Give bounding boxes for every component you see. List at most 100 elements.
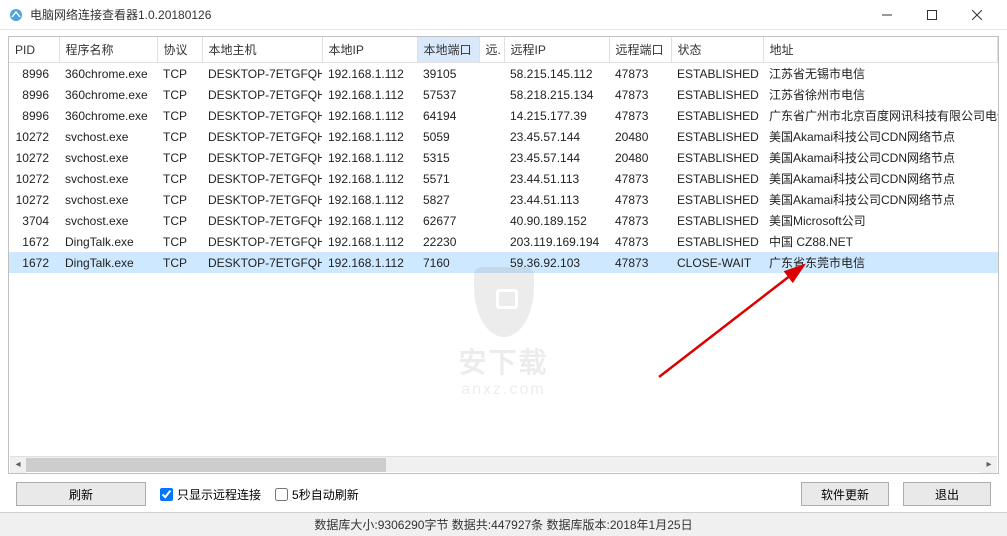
cell-state: ESTABLISHED [671,168,763,189]
cell-addr: 中国 CZ88.NET [763,231,998,252]
cell-rport: 47873 [609,63,671,85]
col-header-remote[interactable]: 远. [479,37,504,63]
cell-lip: 192.168.1.112 [322,147,417,168]
cell-proto: TCP [157,168,202,189]
table-row[interactable]: 10272svchost.exeTCPDESKTOP-7ETGFQH192.16… [9,126,998,147]
col-header-remote-ip[interactable]: 远程IP [504,37,609,63]
cell-host: DESKTOP-7ETGFQH [202,84,322,105]
close-button[interactable] [954,0,999,30]
col-header-protocol[interactable]: 协议 [157,37,202,63]
cell-lport: 62677 [417,210,479,231]
cell-rip: 40.90.189.152 [504,210,609,231]
refresh-button[interactable]: 刷新 [16,482,146,506]
cell-proto: TCP [157,252,202,273]
col-header-program[interactable]: 程序名称 [59,37,157,63]
shield-icon [473,267,533,337]
cell-remote [479,84,504,105]
cell-lip: 192.168.1.112 [322,126,417,147]
cell-prog: svchost.exe [59,210,157,231]
cell-pid: 8996 [9,63,59,85]
cell-host: DESKTOP-7ETGFQH [202,231,322,252]
cell-remote [479,63,504,85]
col-header-local-host[interactable]: 本地主机 [202,37,322,63]
table-row[interactable]: 3704svchost.exeTCPDESKTOP-7ETGFQH192.168… [9,210,998,231]
software-update-button[interactable]: 软件更新 [801,482,889,506]
table-row[interactable]: 1672DingTalk.exeTCPDESKTOP-7ETGFQH192.16… [9,252,998,273]
cell-proto: TCP [157,189,202,210]
cell-remote [479,252,504,273]
table-row[interactable]: 10272svchost.exeTCPDESKTOP-7ETGFQH192.16… [9,147,998,168]
cell-lport: 5315 [417,147,479,168]
cell-pid: 1672 [9,252,59,273]
cell-rip: 23.45.57.144 [504,147,609,168]
cell-addr: 江苏省徐州市电信 [763,84,998,105]
auto-refresh-checkbox-input[interactable] [275,488,288,501]
cell-state: ESTABLISHED [671,63,763,85]
col-header-local-port[interactable]: 本地端口 [417,37,479,63]
table-row[interactable]: 8996360chrome.exeTCPDESKTOP-7ETGFQH192.1… [9,84,998,105]
window-title: 电脑网络连接查看器1.0.20180126 [30,6,864,23]
cell-remote [479,105,504,126]
col-header-address[interactable]: 地址 [763,37,998,63]
watermark: 安下载 anxz.com [458,267,548,399]
scroll-thumb[interactable] [26,458,386,472]
cell-host: DESKTOP-7ETGFQH [202,126,322,147]
cell-host: DESKTOP-7ETGFQH [202,63,322,85]
table-row[interactable]: 10272svchost.exeTCPDESKTOP-7ETGFQH192.16… [9,189,998,210]
cell-state: ESTABLISHED [671,231,763,252]
cell-prog: svchost.exe [59,189,157,210]
cell-pid: 10272 [9,126,59,147]
col-header-pid[interactable]: PID [9,37,59,63]
minimize-button[interactable] [864,0,909,30]
cell-rport: 47873 [609,168,671,189]
annotation-arrow [649,257,829,387]
cell-host: DESKTOP-7ETGFQH [202,252,322,273]
cell-lip: 192.168.1.112 [322,168,417,189]
cell-proto: TCP [157,84,202,105]
cell-host: DESKTOP-7ETGFQH [202,105,322,126]
table-row[interactable]: 1672DingTalk.exeTCPDESKTOP-7ETGFQH192.16… [9,231,998,252]
table-row[interactable]: 10272svchost.exeTCPDESKTOP-7ETGFQH192.16… [9,168,998,189]
only-remote-checkbox-input[interactable] [160,488,173,501]
cell-prog: svchost.exe [59,147,157,168]
table-row[interactable]: 8996360chrome.exeTCPDESKTOP-7ETGFQH192.1… [9,63,998,85]
table-row[interactable]: 8996360chrome.exeTCPDESKTOP-7ETGFQH192.1… [9,105,998,126]
cell-pid: 8996 [9,105,59,126]
cell-rport: 47873 [609,231,671,252]
horizontal-scrollbar[interactable]: ◂ ▸ [10,456,997,472]
watermark-url: anxz.com [458,381,548,399]
cell-rip: 58.215.145.112 [504,63,609,85]
cell-prog: svchost.exe [59,126,157,147]
cell-proto: TCP [157,231,202,252]
col-header-remote-port[interactable]: 远程端口 [609,37,671,63]
titlebar: 电脑网络连接查看器1.0.20180126 [0,0,1007,30]
cell-rip: 203.119.169.194 [504,231,609,252]
cell-rport: 47873 [609,252,671,273]
watermark-text: 安下载 [458,341,548,381]
cell-rip: 23.44.51.113 [504,168,609,189]
cell-rip: 59.36.92.103 [504,252,609,273]
cell-pid: 3704 [9,210,59,231]
auto-refresh-checkbox[interactable]: 5秒自动刷新 [275,486,359,503]
cell-lip: 192.168.1.112 [322,231,417,252]
cell-rport: 20480 [609,126,671,147]
scroll-left-button[interactable]: ◂ [10,457,26,473]
cell-proto: TCP [157,105,202,126]
cell-proto: TCP [157,210,202,231]
cell-proto: TCP [157,63,202,85]
only-remote-checkbox[interactable]: 只显示远程连接 [160,486,261,503]
cell-rip: 58.218.215.134 [504,84,609,105]
cell-rport: 47873 [609,84,671,105]
cell-remote [479,231,504,252]
maximize-button[interactable] [909,0,954,30]
cell-prog: 360chrome.exe [59,84,157,105]
table-header-row: PID 程序名称 协议 本地主机 本地IP 本地端口 远. 远程IP 远程端口 … [9,37,998,63]
cell-pid: 1672 [9,231,59,252]
window-controls [864,0,999,30]
col-header-local-ip[interactable]: 本地IP [322,37,417,63]
cell-lport: 5827 [417,189,479,210]
col-header-state[interactable]: 状态 [671,37,763,63]
exit-button[interactable]: 退出 [903,482,991,506]
cell-host: DESKTOP-7ETGFQH [202,147,322,168]
scroll-right-button[interactable]: ▸ [981,457,997,473]
